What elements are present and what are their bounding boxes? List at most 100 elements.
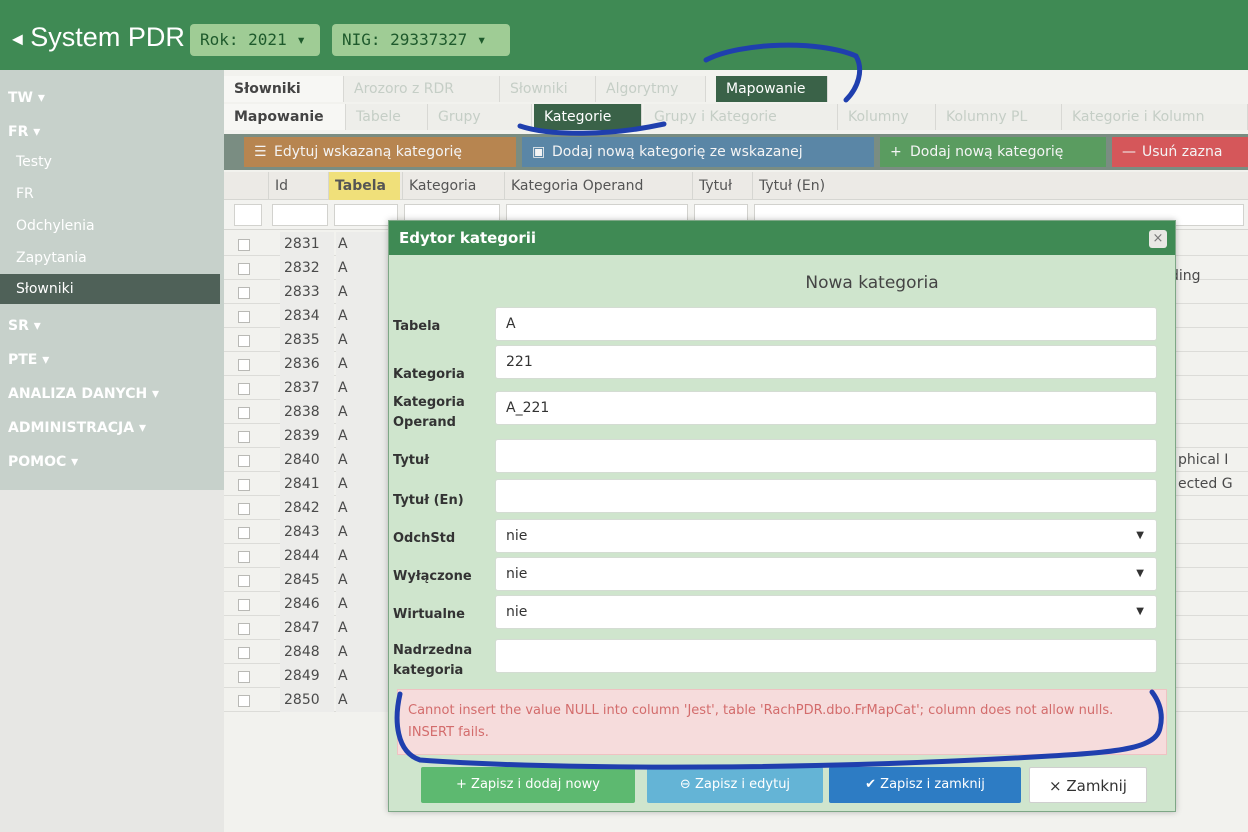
sidebar-item-pomoc[interactable]: POMOC ▾ bbox=[8, 454, 78, 470]
field-label-kategoria: Kategoria bbox=[393, 367, 465, 382]
field-input-tytul[interactable] bbox=[495, 439, 1157, 473]
sidebar-item-odchylenia[interactable]: Odchylenia bbox=[16, 218, 95, 234]
row-checkbox[interactable] bbox=[238, 527, 250, 539]
row-checkbox[interactable] bbox=[238, 431, 250, 443]
sidebar-item-pte[interactable]: PTE ▾ bbox=[8, 352, 49, 368]
tab-mapowanie-sub[interactable]: Mapowanie bbox=[224, 104, 346, 130]
save-and-edit-button[interactable]: ⊖ Zapisz i edytuj bbox=[647, 767, 823, 803]
select-all-checkbox[interactable] bbox=[234, 204, 262, 226]
tab-kolumny[interactable]: Kolumny bbox=[838, 104, 936, 130]
col-header-id[interactable]: Id bbox=[268, 172, 326, 200]
row-checkbox[interactable] bbox=[238, 311, 250, 323]
col-header-kategoria-operand[interactable]: Kategoria Operand bbox=[504, 172, 690, 200]
row-id: 2842 bbox=[280, 496, 334, 520]
field-select-odchstd[interactable]: nie ▼ bbox=[495, 519, 1157, 553]
field-input-kategoria[interactable]: 221 bbox=[495, 345, 1157, 379]
row-tabela: A bbox=[336, 256, 396, 280]
row-checkbox[interactable] bbox=[238, 383, 250, 395]
tabs-second: Mapowanie Tabele Grupy Kategorie Grupy i… bbox=[224, 104, 1248, 130]
row-tabela: A bbox=[336, 232, 396, 256]
row-id: 2833 bbox=[280, 280, 334, 304]
col-header-tabela[interactable]: Tabela bbox=[328, 172, 400, 200]
row-tabela: A bbox=[336, 304, 396, 328]
col-header-tytul[interactable]: Tytuł bbox=[692, 172, 750, 200]
tab-kolumny-pl[interactable]: Kolumny PL bbox=[936, 104, 1062, 130]
filter-id[interactable] bbox=[272, 204, 328, 226]
tab-grupy[interactable]: Grupy bbox=[428, 104, 532, 130]
sidebar-item-zapytania[interactable]: Zapytania bbox=[16, 250, 87, 266]
col-header-tytul-en[interactable]: Tytuł (En) bbox=[752, 172, 1248, 200]
row-tabela: A bbox=[336, 616, 396, 640]
row-checkbox[interactable] bbox=[238, 599, 250, 611]
edit-category-button[interactable]: ☰ Edytuj wskazaną kategorię bbox=[244, 137, 516, 167]
app-title[interactable]: ◀ System PDR bbox=[12, 22, 185, 53]
tab-kategorie-i-kolumny[interactable]: Kategorie i Kolumn bbox=[1062, 104, 1248, 130]
row-checkbox[interactable] bbox=[238, 263, 250, 275]
sidebar-item-testy[interactable]: Testy bbox=[16, 154, 52, 170]
tab-algorytmy[interactable]: Algorytmy bbox=[596, 76, 706, 102]
close-icon[interactable]: × bbox=[1149, 230, 1167, 248]
row-tabela: A bbox=[336, 568, 396, 592]
row-checkbox[interactable] bbox=[238, 671, 250, 683]
row-id: 2836 bbox=[280, 352, 334, 376]
caret-down-icon: ▼ bbox=[1136, 606, 1144, 617]
sidebar-item-fr[interactable]: FR ▾ bbox=[8, 124, 40, 140]
save-and-add-button[interactable]: + Zapisz i dodaj nowy bbox=[421, 767, 635, 803]
row-checkbox[interactable] bbox=[238, 503, 250, 515]
tab-grupy-i-kategorie[interactable]: Grupy i Kategorie bbox=[644, 104, 838, 130]
sidebar-item-slowniki[interactable]: Słowniki bbox=[0, 274, 220, 304]
field-value-wylaczone: nie bbox=[506, 566, 528, 582]
field-value-odchstd: nie bbox=[506, 528, 528, 544]
save-and-close-button[interactable]: ✔ Zapisz i zamknij bbox=[829, 767, 1021, 803]
field-label-wylaczone: Wyłączone bbox=[393, 569, 472, 584]
col-header-kategoria[interactable]: Kategoria bbox=[402, 172, 502, 200]
field-select-wirtualne[interactable]: nie ▼ bbox=[495, 595, 1157, 629]
row-checkbox[interactable] bbox=[238, 623, 250, 635]
row-checkbox[interactable] bbox=[238, 479, 250, 491]
row-tabela: A bbox=[336, 376, 396, 400]
sidebar-item-fr-sub[interactable]: FR bbox=[16, 186, 34, 202]
tab-slowniki[interactable]: Słowniki bbox=[224, 76, 344, 102]
row-checkbox[interactable] bbox=[238, 335, 250, 347]
row-checkbox[interactable] bbox=[238, 239, 250, 251]
field-input-tabela[interactable]: A bbox=[495, 307, 1157, 341]
sidebar-item-tw[interactable]: TW ▾ bbox=[8, 90, 45, 106]
app-window: ◀ System PDR Rok: 2021 ▾ NIG: 29337327 ▾… bbox=[0, 0, 1248, 832]
row-id: 2848 bbox=[280, 640, 334, 664]
row-id: 2832 bbox=[280, 256, 334, 280]
row-checkbox[interactable] bbox=[238, 455, 250, 467]
add-from-selected-button[interactable]: ▣ Dodaj nową kategorię ze wskazanej bbox=[522, 137, 874, 167]
add-new-category-button[interactable]: + Dodaj nową kategorię bbox=[880, 137, 1106, 167]
delete-selected-button[interactable]: — Usuń zazna bbox=[1112, 137, 1248, 167]
tab-kategorie[interactable]: Kategorie bbox=[534, 104, 642, 130]
row-id: 2840 bbox=[280, 448, 334, 472]
edit-category-label: Edytuj wskazaną kategorię bbox=[274, 144, 462, 160]
tabs-top: Słowniki Arozoro z RDR Słowniki Algorytm… bbox=[224, 76, 1248, 102]
nig-selector[interactable]: NIG: 29337327 ▾ bbox=[332, 24, 510, 56]
tab-tabele[interactable]: Tabele bbox=[346, 104, 428, 130]
row-checkbox[interactable] bbox=[238, 407, 250, 419]
row-fragment-ected: ected G bbox=[1178, 476, 1233, 492]
row-id: 2841 bbox=[280, 472, 334, 496]
sidebar-item-administracja[interactable]: ADMINISTRACJA ▾ bbox=[8, 420, 146, 436]
row-checkbox[interactable] bbox=[238, 647, 250, 659]
field-input-nadrzedna-kategoria[interactable] bbox=[495, 639, 1157, 673]
row-tabela: A bbox=[336, 424, 396, 448]
close-button[interactable]: × Zamknij bbox=[1029, 767, 1147, 803]
field-label-tabela: Tabela bbox=[393, 319, 441, 334]
row-checkbox[interactable] bbox=[238, 551, 250, 563]
tab-mapowanie[interactable]: Mapowanie bbox=[716, 76, 828, 102]
row-tabela: A bbox=[336, 640, 396, 664]
row-checkbox[interactable] bbox=[238, 359, 250, 371]
field-select-wylaczone[interactable]: nie ▼ bbox=[495, 557, 1157, 591]
sidebar-item-sr[interactable]: SR ▾ bbox=[8, 318, 41, 334]
field-input-kategoria-operand[interactable]: A_221 bbox=[495, 391, 1157, 425]
row-checkbox[interactable] bbox=[238, 695, 250, 707]
row-checkbox[interactable] bbox=[238, 287, 250, 299]
tab-arozoro[interactable]: Arozoro z RDR bbox=[344, 76, 500, 102]
row-checkbox[interactable] bbox=[238, 575, 250, 587]
sidebar-item-analiza-danych[interactable]: ANALIZA DANYCH ▾ bbox=[8, 386, 159, 402]
field-input-tytul-en[interactable] bbox=[495, 479, 1157, 513]
tab-slowniki-2[interactable]: Słowniki bbox=[500, 76, 596, 102]
year-selector[interactable]: Rok: 2021 ▾ bbox=[190, 24, 320, 56]
